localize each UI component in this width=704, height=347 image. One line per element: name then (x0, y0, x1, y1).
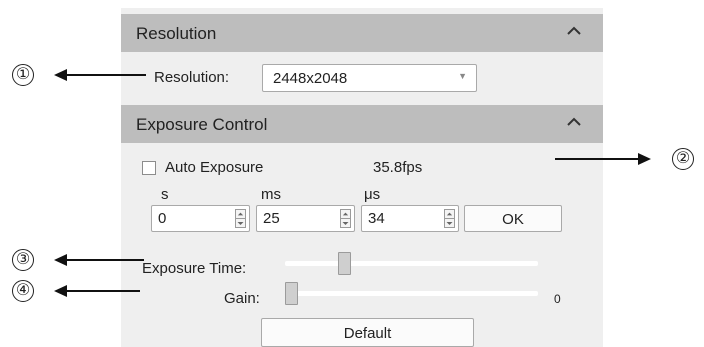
unit-label-us: μs (364, 186, 381, 203)
spin-up-icon[interactable] (445, 210, 454, 219)
milliseconds-value[interactable]: 25 (263, 210, 280, 227)
callout-number-2: ② (672, 148, 694, 170)
arrow-icon (555, 153, 651, 165)
ok-button[interactable]: OK (464, 205, 562, 232)
callout-number-3: ③ (12, 249, 34, 271)
seconds-value[interactable]: 0 (158, 210, 166, 227)
resolution-select[interactable]: 2448x2048 ▼ (262, 64, 477, 92)
seconds-spin-buttons[interactable] (235, 209, 246, 228)
spin-down-icon[interactable] (341, 219, 350, 228)
auto-exposure-checkbox[interactable] (142, 161, 156, 175)
exposure-time-label: Exposure Time: (142, 260, 247, 277)
gain-slider-thumb[interactable] (285, 282, 298, 305)
unit-label-s: s (161, 186, 169, 203)
exposure-time-slider-track[interactable] (285, 261, 538, 266)
spin-down-icon[interactable] (236, 219, 245, 228)
microseconds-spinbox[interactable]: 34 (361, 205, 459, 232)
seconds-spinbox[interactable]: 0 (151, 205, 250, 232)
spin-up-icon[interactable] (341, 210, 350, 219)
unit-label-ms: ms (261, 186, 281, 203)
arrow-icon (54, 69, 146, 81)
microseconds-spin-buttons[interactable] (444, 209, 455, 228)
gain-value: 0 (554, 292, 561, 306)
default-button[interactable]: Default (261, 318, 474, 347)
arrow-icon (54, 285, 140, 297)
spin-down-icon[interactable] (445, 219, 454, 228)
chevron-up-icon[interactable] (565, 23, 583, 39)
resolution-select-value: 2448x2048 (273, 70, 348, 87)
auto-exposure-label: Auto Exposure (165, 159, 264, 176)
camera-settings-panel: Resolution Resolution: 2448x2048 ▼ Expos… (121, 8, 603, 347)
exposure-section-title: Exposure Control (136, 115, 268, 134)
resolution-label: Resolution: (154, 69, 230, 86)
milliseconds-spinbox[interactable]: 25 (256, 205, 355, 232)
exposure-section-header[interactable]: Exposure Control (121, 105, 603, 143)
resolution-section-header[interactable]: Resolution (121, 14, 603, 52)
milliseconds-spin-buttons[interactable] (340, 209, 351, 228)
spin-up-icon[interactable] (236, 210, 245, 219)
gain-slider-track[interactable] (285, 291, 538, 296)
dropdown-arrow-icon[interactable]: ▼ (458, 71, 467, 81)
fps-readout: 35.8fps (373, 159, 423, 176)
resolution-section-title: Resolution (136, 24, 217, 43)
microseconds-value[interactable]: 34 (368, 210, 385, 227)
arrow-icon (54, 254, 144, 266)
exposure-time-slider-thumb[interactable] (337, 252, 351, 275)
gain-label: Gain: (224, 290, 260, 307)
callout-number-1: ① (12, 64, 34, 86)
chevron-up-icon[interactable] (565, 114, 583, 130)
callout-number-4: ④ (12, 280, 34, 302)
